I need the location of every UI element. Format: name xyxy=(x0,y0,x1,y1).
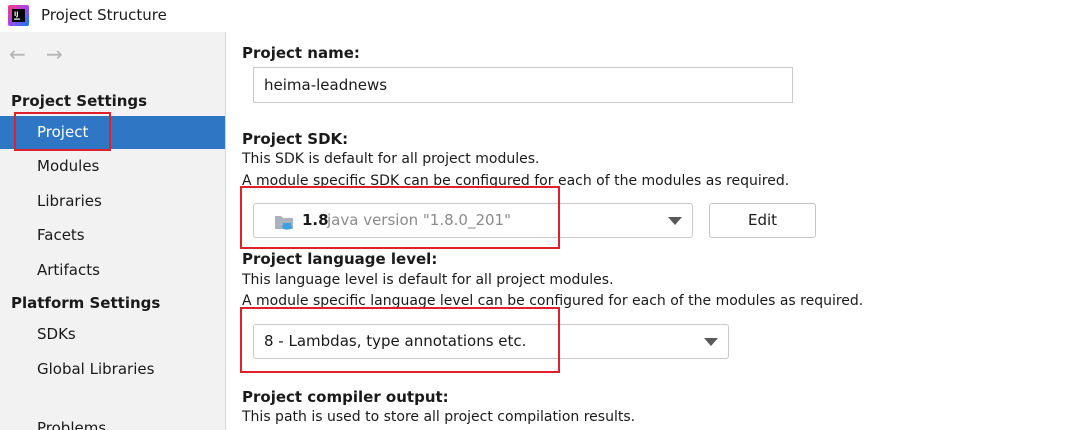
section-header-project-settings: Project Settings xyxy=(11,92,148,110)
sidebar-item-label: Global Libraries xyxy=(37,360,155,378)
back-arrow-icon[interactable]: ← xyxy=(9,44,26,64)
sidebar-item-problems[interactable]: Problems xyxy=(0,412,225,430)
project-sdk-label: Project SDK: xyxy=(242,130,349,148)
project-name-field[interactable] xyxy=(253,67,793,103)
sidebar-item-label: Problems xyxy=(37,419,107,430)
sidebar-item-label: Facets xyxy=(37,226,85,244)
sidebar-item-global-libraries[interactable]: Global Libraries xyxy=(0,353,225,386)
sidebar-item-modules[interactable]: Modules xyxy=(0,150,225,183)
section-header-platform-settings: Platform Settings xyxy=(11,294,161,312)
compiler-output-label: Project compiler output: xyxy=(242,388,449,406)
red-highlight-project xyxy=(14,112,111,151)
compiler-output-desc: This path is used to store all project c… xyxy=(242,409,636,425)
chevron-down-icon xyxy=(704,338,718,346)
sidebar-item-label: SDKs xyxy=(37,325,76,343)
chevron-down-icon xyxy=(668,217,682,225)
sidebar-item-libraries[interactable]: Libraries xyxy=(0,185,225,218)
sidebar: ← → Project Settings Project Modules Lib… xyxy=(0,32,226,430)
sidebar-item-artifacts[interactable]: Artifacts xyxy=(0,254,225,287)
edit-sdk-button[interactable]: Edit xyxy=(709,203,816,238)
red-highlight-sdk xyxy=(240,186,560,249)
title-bar: IJ Project Structure xyxy=(0,0,1071,32)
sidebar-item-label: Libraries xyxy=(37,192,102,210)
project-name-input[interactable] xyxy=(254,68,792,102)
sidebar-item-label: Artifacts xyxy=(37,261,100,279)
language-level-desc-1: This language level is default for all p… xyxy=(242,272,614,288)
language-level-label: Project language level: xyxy=(242,250,438,268)
red-highlight-language-level xyxy=(240,307,560,373)
window-title: Project Structure xyxy=(41,6,167,24)
svg-text:IJ: IJ xyxy=(14,11,18,18)
sidebar-item-label: Modules xyxy=(37,157,100,175)
project-sdk-desc-1: This SDK is default for all project modu… xyxy=(242,151,540,167)
project-name-label: Project name: xyxy=(242,44,360,62)
sidebar-item-facets[interactable]: Facets xyxy=(0,219,225,252)
intellij-app-icon: IJ xyxy=(8,5,29,26)
main-panel: Project name: Project SDK: This SDK is d… xyxy=(227,32,1071,430)
forward-arrow-icon[interactable]: → xyxy=(46,44,63,64)
sidebar-item-sdks[interactable]: SDKs xyxy=(0,318,225,351)
